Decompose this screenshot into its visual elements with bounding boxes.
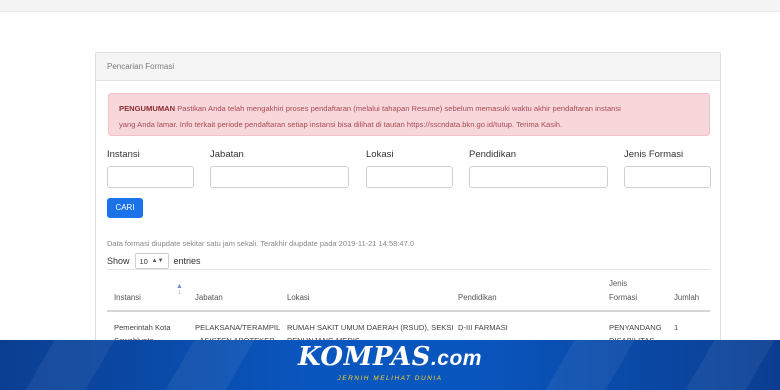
sort-icon[interactable]: ▲ ↓ bbox=[176, 283, 183, 296]
table-top-border bbox=[107, 269, 710, 270]
entries-select-value: 10 bbox=[139, 256, 148, 266]
cell-jenis-formasi: PENYANDANG bbox=[609, 323, 662, 332]
kompas-logo: KOMPAS.com bbox=[0, 342, 780, 372]
update-info-text: Data formasi diupdate sekitar satu jam s… bbox=[107, 239, 414, 248]
announcement-alert: PENGUMUMAN Pastikan Anda telah mengakhir… bbox=[108, 93, 710, 136]
cell-jumlah: 1 bbox=[674, 323, 679, 332]
kompas-logo-domain: .com bbox=[430, 347, 482, 370]
table-header-separator bbox=[107, 310, 710, 312]
cell-pendidikan: D-III FARMASI bbox=[458, 323, 508, 332]
jabatan-input[interactable] bbox=[210, 166, 349, 188]
kompas-logo-text: KOMPAS bbox=[298, 342, 431, 372]
col-header-jabatan[interactable]: Jabatan bbox=[195, 293, 223, 302]
entries-select[interactable]: 10 ▲▼ bbox=[134, 253, 169, 269]
top-navigation-bar bbox=[0, 0, 780, 12]
kompas-watermark-banner: KOMPAS.com JERNIH MELIHAT DUNIA bbox=[0, 340, 780, 390]
lokasi-label: Lokasi bbox=[366, 149, 394, 160]
entries-label: entries bbox=[173, 256, 201, 266]
col-header-jumlah[interactable]: Jumlah bbox=[674, 293, 699, 302]
entries-length-control: Show 10 ▲▼ entries bbox=[107, 253, 201, 269]
panel-title: Pencarian Formasi bbox=[96, 53, 720, 81]
select-arrows-icon: ▲▼ bbox=[151, 258, 164, 264]
announcement-text-line2: yang Anda lamar. Info terkait periode pe… bbox=[119, 120, 563, 129]
jenis-formasi-label: Jenis Formasi bbox=[624, 149, 684, 160]
jenis-formasi-input[interactable] bbox=[624, 166, 711, 188]
cell-lokasi: RUMAH SAKIT UMUM DAERAH (RSUD), SEKSI bbox=[287, 323, 454, 332]
col-header-instansi[interactable]: Instansi bbox=[114, 293, 141, 302]
jabatan-label: Jabatan bbox=[210, 149, 244, 160]
col-header-pendidikan[interactable]: Pendidikan bbox=[458, 293, 497, 302]
pendidikan-label: Pendidikan bbox=[469, 149, 517, 160]
instansi-label: Instansi bbox=[107, 149, 140, 160]
col-header-lokasi[interactable]: Lokasi bbox=[287, 293, 310, 302]
col-header-jenis[interactable]: Jenis bbox=[609, 279, 627, 288]
kompas-tagline: JERNIH MELIHAT DUNIA bbox=[337, 375, 443, 382]
search-button[interactable]: CARI bbox=[107, 198, 143, 218]
cell-jabatan: PELAKSANA/TERAMPIL bbox=[195, 323, 281, 332]
announcement-text-line1: Pastikan Anda telah mengakhiri proses pe… bbox=[177, 104, 621, 113]
cell-instansi: Pemerintah Kota bbox=[114, 323, 171, 332]
show-label: Show bbox=[107, 256, 130, 266]
announcement-label: PENGUMUMAN bbox=[119, 104, 176, 113]
col-header-formasi[interactable]: Formasi bbox=[609, 293, 637, 302]
lokasi-input[interactable] bbox=[366, 166, 453, 188]
search-formation-panel: Pencarian Formasi PENGUMUMAN Pastikan An… bbox=[95, 52, 721, 352]
instansi-input[interactable] bbox=[107, 166, 194, 188]
pendidikan-input[interactable] bbox=[469, 166, 608, 188]
